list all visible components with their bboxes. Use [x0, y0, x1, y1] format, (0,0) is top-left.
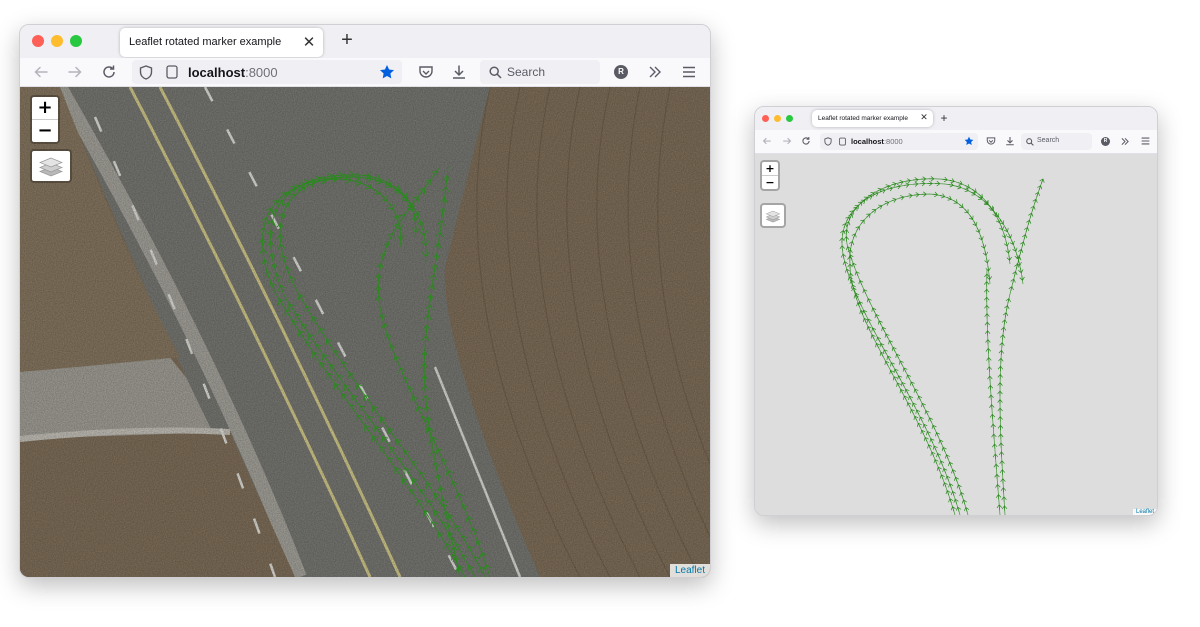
- layers-control[interactable]: [760, 203, 786, 228]
- navigation-toolbar: localhost:8000 Search R: [20, 58, 710, 87]
- navigation-toolbar: localhost:8000 Search R: [755, 130, 1157, 154]
- url-text: localhost:8000: [851, 136, 903, 146]
- map-view[interactable]: + − Leaflet: [20, 87, 710, 577]
- search-placeholder: Search: [507, 65, 546, 79]
- layers-icon: [765, 210, 781, 222]
- address-bar[interactable]: localhost:8000: [820, 133, 978, 150]
- account-avatar[interactable]: R: [614, 65, 628, 79]
- back-arrow-icon[interactable]: [761, 135, 773, 147]
- star-icon[interactable]: [963, 135, 975, 147]
- overflow-chevrons-icon[interactable]: [646, 63, 664, 81]
- pocket-icon[interactable]: [417, 63, 435, 81]
- zoom-window-button[interactable]: [786, 115, 793, 122]
- hamburger-menu-icon[interactable]: [680, 63, 698, 81]
- layers-icon: [39, 157, 63, 177]
- zoom-out-button[interactable]: −: [32, 120, 58, 142]
- tab-title: Leaflet rotated marker example: [129, 36, 282, 48]
- back-arrow-icon[interactable]: [32, 63, 50, 81]
- hamburger-menu-icon[interactable]: [1139, 135, 1151, 147]
- aerial-imagery: [20, 87, 710, 577]
- tab-close-button[interactable]: ✕: [301, 33, 317, 51]
- address-bar[interactable]: localhost:8000: [132, 60, 402, 84]
- tab-leaflet-example[interactable]: Leaflet rotated marker example ✕: [120, 28, 323, 57]
- zoom-in-button[interactable]: +: [762, 162, 778, 176]
- account-avatar[interactable]: R: [1101, 137, 1110, 146]
- forward-arrow-icon[interactable]: [66, 63, 84, 81]
- zoom-control: + −: [760, 160, 780, 191]
- search-placeholder: Search: [1037, 136, 1060, 144]
- leaflet-attribution-link[interactable]: Leaflet: [1132, 509, 1157, 515]
- title-bar: Leaflet rotated marker example ✕ +: [20, 25, 710, 58]
- close-window-button[interactable]: [32, 35, 44, 47]
- browser-window-large: Leaflet rotated marker example ✕ + local…: [19, 24, 711, 578]
- shield-icon[interactable]: [138, 64, 154, 80]
- tab-close-button[interactable]: ✕: [919, 112, 929, 123]
- leaflet-attribution-link[interactable]: Leaflet: [669, 564, 710, 577]
- plain-map-background: [755, 154, 1157, 515]
- tab-title: Leaflet rotated marker example: [818, 114, 908, 122]
- zoom-control: + −: [30, 95, 60, 144]
- browser-window-small: Leaflet rotated marker example ✕ + local…: [754, 106, 1158, 516]
- close-window-button[interactable]: [762, 115, 769, 122]
- overflow-chevrons-icon[interactable]: [1119, 135, 1131, 147]
- zoom-out-button[interactable]: −: [762, 176, 778, 189]
- reload-icon[interactable]: [800, 135, 812, 147]
- star-icon[interactable]: [378, 63, 396, 81]
- map-view[interactable]: + − Leaflet: [755, 154, 1157, 515]
- url-text: localhost:8000: [188, 65, 278, 80]
- pocket-icon[interactable]: [985, 135, 997, 147]
- layers-control[interactable]: [30, 149, 72, 183]
- search-icon: [1025, 137, 1034, 146]
- reload-icon[interactable]: [100, 63, 118, 81]
- minimize-window-button[interactable]: [774, 115, 781, 122]
- download-icon[interactable]: [450, 63, 468, 81]
- new-tab-button[interactable]: +: [938, 111, 950, 125]
- tab-leaflet-example[interactable]: Leaflet rotated marker example ✕: [812, 110, 933, 127]
- forward-arrow-icon[interactable]: [781, 135, 793, 147]
- page-icon: [165, 64, 179, 80]
- download-icon[interactable]: [1004, 135, 1016, 147]
- title-bar: Leaflet rotated marker example ✕ +: [755, 107, 1157, 130]
- minimize-window-button[interactable]: [51, 35, 63, 47]
- zoom-window-button[interactable]: [70, 35, 82, 47]
- zoom-in-button[interactable]: +: [32, 97, 58, 120]
- new-tab-button[interactable]: +: [337, 29, 357, 52]
- page-icon: [838, 136, 847, 147]
- shield-icon[interactable]: [823, 136, 833, 147]
- search-box[interactable]: Search: [480, 60, 600, 84]
- search-icon: [488, 65, 502, 79]
- search-box[interactable]: Search: [1021, 133, 1092, 150]
